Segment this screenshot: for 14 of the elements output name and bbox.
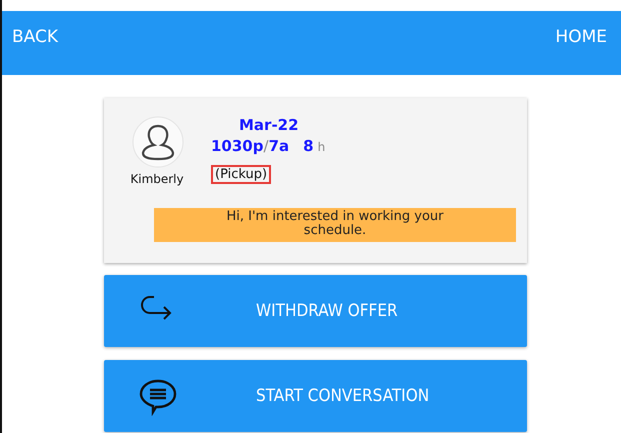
withdraw-button[interactable]: WITHDRAW OFFER <box>104 275 527 347</box>
home-link[interactable]: HOME <box>555 27 607 47</box>
offer-message: Hi, I'm interested in working your schedule. <box>154 208 516 242</box>
avatar-icon <box>132 116 184 168</box>
back-link[interactable]: BACK <box>12 27 58 47</box>
person-name: Kimberly <box>130 172 184 186</box>
shift-date: Mar-22 <box>239 116 300 134</box>
start-time: 1030p <box>211 137 264 155</box>
end-time: 7a <box>268 137 290 155</box>
hours-value: 8 <box>303 137 314 155</box>
offer-type: (Pickup) <box>211 165 272 184</box>
conversation-button[interactable]: START CONVERSATION <box>104 360 527 432</box>
hours-unit: h <box>318 140 326 154</box>
time-separator: / <box>264 137 269 155</box>
